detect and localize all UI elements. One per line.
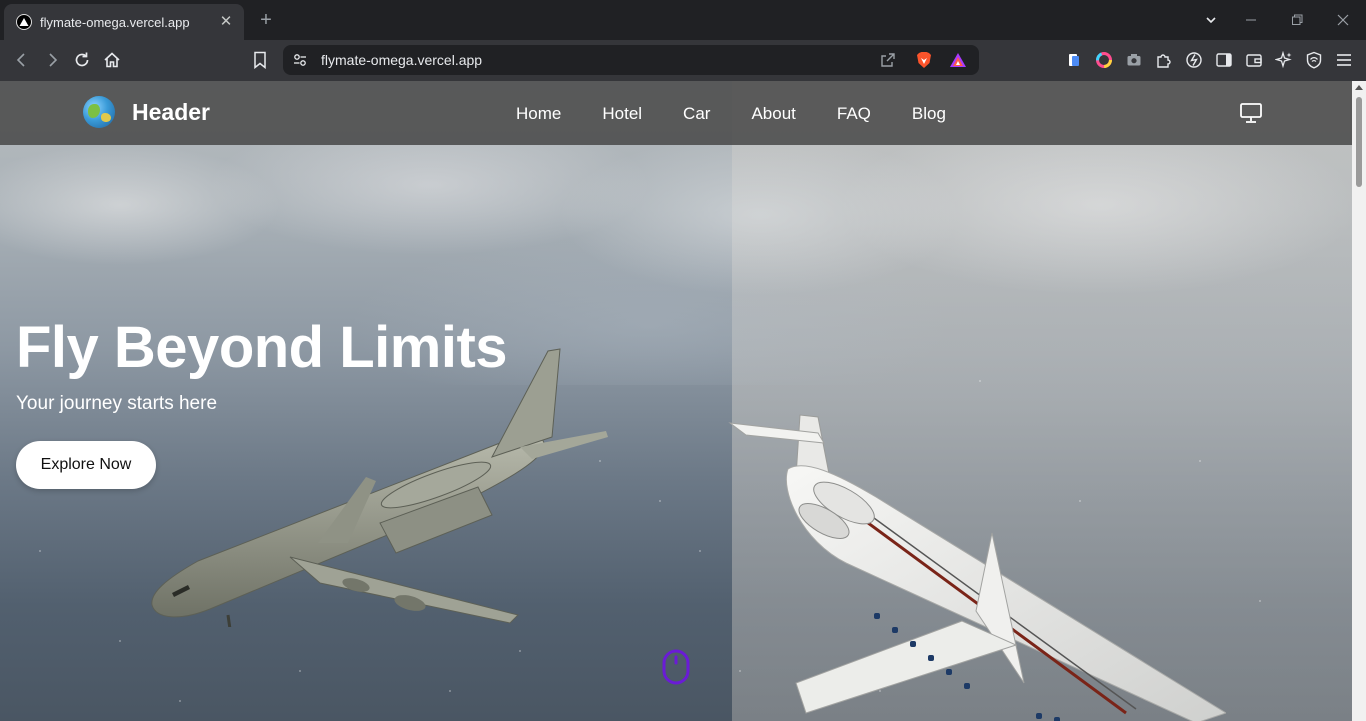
brand-name[interactable]: Header	[132, 99, 210, 126]
camera-icon[interactable]	[1124, 50, 1144, 70]
extension-docs-icon[interactable]	[1064, 50, 1084, 70]
address-bar[interactable]: flymate-omega.vercel.app	[283, 45, 979, 75]
new-tab-button[interactable]: +	[256, 8, 276, 32]
reload-icon[interactable]	[70, 49, 94, 71]
scrollbar-thumb[interactable]	[1356, 97, 1362, 187]
back-icon[interactable]	[10, 49, 34, 71]
bookmark-icon[interactable]	[248, 49, 272, 71]
sidebar-toggle-icon[interactable]	[1214, 50, 1234, 70]
restore-icon[interactable]	[1287, 10, 1307, 30]
nav-link-about[interactable]: About	[751, 104, 795, 124]
close-window-icon[interactable]	[1333, 10, 1353, 30]
mouse-icon[interactable]	[662, 649, 690, 685]
nav-link-blog[interactable]: Blog	[912, 104, 946, 124]
hero-title: Fly Beyond Limits	[16, 315, 508, 380]
white-jet-image	[728, 414, 1226, 721]
nav-link-hotel[interactable]: Hotel	[602, 104, 642, 124]
nav-link-home[interactable]: Home	[516, 104, 561, 124]
grey-plane-image	[151, 348, 608, 627]
site-settings-icon[interactable]	[291, 51, 309, 69]
share-icon[interactable]	[879, 51, 897, 69]
browser-tab[interactable]: flymate-omega.vercel.app ✕	[4, 4, 244, 40]
home-icon[interactable]	[100, 49, 124, 71]
page-viewport: Header Home Hotel Car About FAQ Blog Fly…	[0, 81, 1352, 721]
color-picker-icon[interactable]	[1094, 50, 1114, 70]
tab-title: flymate-omega.vercel.app	[40, 14, 190, 30]
main-nav: Home Hotel Car About FAQ Blog	[516, 104, 946, 124]
browser-tab-strip: flymate-omega.vercel.app ✕ +	[0, 0, 1366, 40]
brave-rewards-icon[interactable]	[949, 51, 967, 69]
brave-shields-icon[interactable]	[915, 51, 933, 69]
globe-logo-icon[interactable]	[83, 96, 115, 128]
site-header: Header Home Hotel Car About FAQ Blog	[0, 81, 1352, 145]
page-scrollbar[interactable]	[1352, 81, 1366, 721]
url-text[interactable]: flymate-omega.vercel.app	[321, 52, 482, 68]
explore-now-button[interactable]: Explore Now	[16, 441, 156, 489]
menu-hamburger-icon[interactable]	[1334, 50, 1354, 70]
nav-link-faq[interactable]: FAQ	[837, 104, 871, 124]
browser-toolbar: flymate-omega.vercel.app	[0, 40, 1366, 81]
wallet-icon[interactable]	[1244, 50, 1264, 70]
vpn-shield-icon[interactable]	[1304, 50, 1324, 70]
vercel-favicon-icon	[16, 14, 32, 30]
tab-close-icon[interactable]: ✕	[218, 14, 234, 30]
forward-icon[interactable]	[40, 49, 64, 71]
minimize-icon[interactable]	[1241, 10, 1261, 30]
ai-sparkle-icon[interactable]	[1274, 50, 1294, 70]
extensions-puzzle-icon[interactable]	[1154, 50, 1174, 70]
scroll-up-arrow-icon[interactable]	[1355, 85, 1363, 90]
hero-subtitle: Your journey starts here	[16, 393, 218, 414]
tab-search-chevron-icon[interactable]	[1201, 10, 1221, 30]
monitor-icon[interactable]	[1239, 102, 1263, 124]
nav-link-car[interactable]: Car	[683, 104, 710, 124]
leo-ai-icon[interactable]	[1184, 50, 1204, 70]
